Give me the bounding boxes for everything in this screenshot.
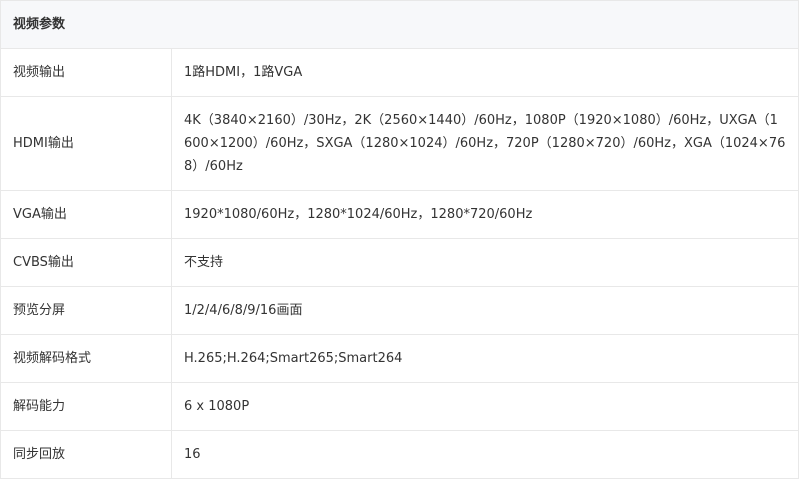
row-value: 4K（3840×2160）/30Hz，2K（2560×1440）/60Hz，10… bbox=[171, 96, 799, 191]
row-label: 预览分屏 bbox=[0, 286, 172, 335]
row-label: 解码能力 bbox=[0, 382, 172, 431]
row-label: CVBS输出 bbox=[0, 238, 172, 287]
row-value: 不支持 bbox=[171, 238, 799, 287]
table-row: 视频输出 1路HDMI，1路VGA bbox=[0, 48, 799, 97]
table-row: HDMI输出 4K（3840×2160）/30Hz，2K（2560×1440）/… bbox=[0, 96, 799, 191]
row-value: 1路HDMI，1路VGA bbox=[171, 48, 799, 97]
row-value: 16 bbox=[171, 430, 799, 479]
table-row: 视频解码格式 H.265;H.264;Smart265;Smart264 bbox=[0, 334, 799, 383]
row-value: 1/2/4/6/8/9/16画面 bbox=[171, 286, 799, 335]
row-label: VGA输出 bbox=[0, 190, 172, 239]
table-row: CVBS输出 不支持 bbox=[0, 238, 799, 287]
table-row: 同步回放 16 bbox=[0, 430, 799, 479]
table-row: 解码能力 6 x 1080P bbox=[0, 382, 799, 431]
section-title: 视频参数 bbox=[0, 0, 799, 49]
row-label: HDMI输出 bbox=[0, 96, 172, 191]
section-header-row: 视频参数 bbox=[0, 0, 799, 49]
row-value: 1920*1080/60Hz，1280*1024/60Hz，1280*720/6… bbox=[171, 190, 799, 239]
table-row: VGA输出 1920*1080/60Hz，1280*1024/60Hz，1280… bbox=[0, 190, 799, 239]
row-value: 6 x 1080P bbox=[171, 382, 799, 431]
row-value: H.265;H.264;Smart265;Smart264 bbox=[171, 334, 799, 383]
row-label: 视频解码格式 bbox=[0, 334, 172, 383]
row-label: 视频输出 bbox=[0, 48, 172, 97]
table-row: 预览分屏 1/2/4/6/8/9/16画面 bbox=[0, 286, 799, 335]
row-label: 同步回放 bbox=[0, 430, 172, 479]
video-spec-table: 视频参数 视频输出 1路HDMI，1路VGA HDMI输出 4K（3840×21… bbox=[0, 0, 799, 479]
